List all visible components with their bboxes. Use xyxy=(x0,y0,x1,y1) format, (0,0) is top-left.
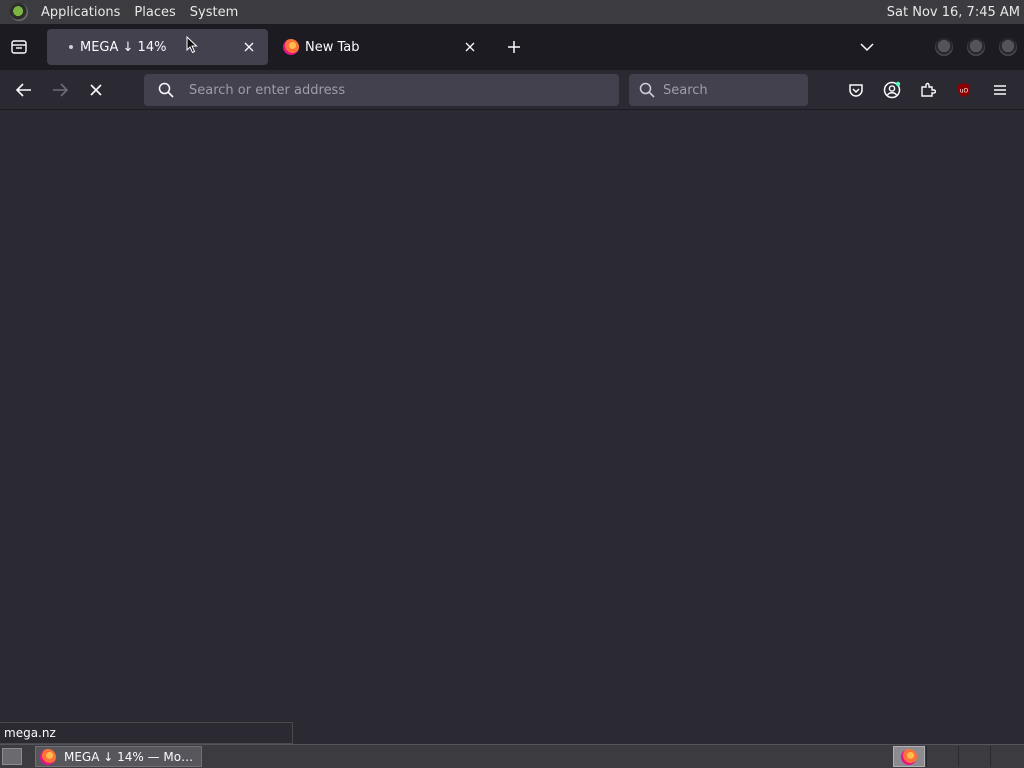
address-input[interactable] xyxy=(189,82,619,98)
ublock-shield-icon: uO xyxy=(958,83,970,97)
web-content-area[interactable] xyxy=(0,111,1024,743)
show-desktop-button[interactable] xyxy=(2,748,22,765)
close-tab-button[interactable] xyxy=(242,40,256,54)
pocket-button[interactable] xyxy=(844,78,868,102)
close-icon xyxy=(244,42,254,52)
puzzle-piece-icon xyxy=(921,82,936,97)
menu-applications[interactable]: Applications xyxy=(34,5,127,20)
tab-new-tab[interactable]: New Tab xyxy=(277,29,489,65)
tab-title: New Tab xyxy=(305,39,360,55)
firefox-view-icon xyxy=(11,40,27,54)
account-icon xyxy=(883,81,901,99)
tab-title: MEGA ↓ 14% xyxy=(80,39,167,55)
address-bar[interactable] xyxy=(144,74,619,106)
pocket-icon xyxy=(849,84,863,97)
new-tab-button[interactable] xyxy=(505,38,523,56)
workspace-1[interactable] xyxy=(893,746,925,767)
bottom-taskbar: MEGA ↓ 14% — Mo… xyxy=(0,744,1024,768)
extensions-button[interactable] xyxy=(916,78,940,102)
menu-system[interactable]: System xyxy=(183,5,245,20)
close-icon xyxy=(90,84,102,96)
taskbar-window-label: MEGA ↓ 14% — Mo… xyxy=(64,749,194,764)
minimize-window-button[interactable] xyxy=(935,38,953,56)
account-button[interactable] xyxy=(880,78,904,102)
tab-bar: MEGA ↓ 14% New Tab xyxy=(0,24,1024,70)
mouse-cursor-icon xyxy=(186,36,198,54)
workspace-3[interactable] xyxy=(958,746,990,767)
app-menu-button[interactable] xyxy=(988,78,1012,102)
loading-dot-icon xyxy=(69,45,73,49)
ublock-origin-button[interactable]: uO xyxy=(952,78,976,102)
menu-places[interactable]: Places xyxy=(127,5,182,20)
firefox-favicon-icon xyxy=(283,39,299,55)
search-bar[interactable] xyxy=(629,74,808,106)
system-top-panel: Applications Places System Sat Nov 16, 7… xyxy=(0,0,1024,24)
stop-loading-button[interactable] xyxy=(84,78,108,102)
list-all-tabs-button[interactable] xyxy=(858,38,876,56)
maximize-window-button[interactable] xyxy=(967,38,985,56)
clock[interactable]: Sat Nov 16, 7:45 AM xyxy=(887,5,1020,20)
close-window-button[interactable] xyxy=(999,38,1017,56)
arrow-right-icon xyxy=(53,83,68,97)
navigation-toolbar: uO xyxy=(0,70,1024,110)
search-icon xyxy=(158,82,174,98)
svg-text:uO: uO xyxy=(960,88,969,95)
back-button[interactable] xyxy=(12,78,36,102)
workspace-2[interactable] xyxy=(926,746,958,767)
chevron-down-icon xyxy=(860,43,874,52)
firefox-view-button[interactable] xyxy=(6,36,32,58)
close-icon xyxy=(465,42,475,52)
distro-logo-icon[interactable] xyxy=(10,3,28,21)
forward-button[interactable] xyxy=(48,78,72,102)
hamburger-menu-icon xyxy=(994,85,1006,95)
tab-mega[interactable]: MEGA ↓ 14% xyxy=(47,29,268,65)
firefox-icon xyxy=(901,748,917,765)
close-tab-button[interactable] xyxy=(463,40,477,54)
status-url-panel: mega.nz xyxy=(0,722,293,744)
search-input[interactable] xyxy=(663,82,808,98)
firefox-icon xyxy=(40,748,56,765)
arrow-left-icon xyxy=(16,83,31,97)
taskbar-window-firefox[interactable]: MEGA ↓ 14% — Mo… xyxy=(35,746,202,767)
plus-icon xyxy=(508,41,520,53)
search-icon xyxy=(639,82,655,98)
workspace-4[interactable] xyxy=(990,746,1022,767)
